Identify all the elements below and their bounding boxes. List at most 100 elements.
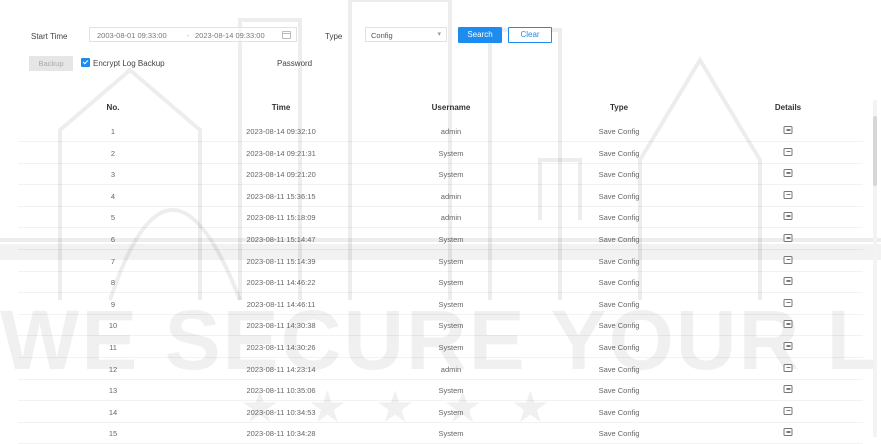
cell-no: 3 bbox=[110, 170, 116, 180]
cell-username: admin bbox=[440, 191, 462, 201]
cell-no: 9 bbox=[110, 299, 116, 309]
details-icon[interactable] bbox=[783, 406, 793, 415]
cell-no: 7 bbox=[110, 256, 116, 266]
cell-username: System bbox=[438, 407, 464, 417]
scrollbar-thumb[interactable] bbox=[873, 116, 877, 186]
details-icon[interactable] bbox=[783, 190, 793, 199]
type-select[interactable]: Config ▾ bbox=[365, 27, 447, 42]
details-icon[interactable] bbox=[783, 277, 793, 286]
table-row[interactable]: 2 2023-08-14 09:21:31 System Save Config bbox=[0, 143, 881, 164]
cell-type: Save Config bbox=[598, 407, 640, 417]
details-icon[interactable] bbox=[783, 363, 793, 372]
details-icon[interactable] bbox=[783, 428, 793, 437]
search-button[interactable]: Search bbox=[458, 27, 502, 43]
cell-no: 13 bbox=[108, 386, 118, 396]
details-icon[interactable] bbox=[783, 385, 793, 394]
cell-username: System bbox=[438, 256, 464, 266]
table-row[interactable]: 15 2023-08-11 10:34:28 System Save Config bbox=[0, 423, 881, 444]
cell-type: Save Config bbox=[598, 343, 640, 352]
column-header-type: Type bbox=[609, 103, 629, 112]
cell-username: System bbox=[438, 429, 464, 439]
column-header-no: No. bbox=[106, 103, 120, 112]
details-icon[interactable] bbox=[783, 147, 793, 156]
table-row[interactable]: 4 2023-08-11 15:36:15 admin Save Config bbox=[0, 186, 881, 207]
cell-type: Save Config bbox=[598, 213, 640, 223]
cell-type: Save Config bbox=[598, 386, 640, 396]
backup-button[interactable]: Backup bbox=[29, 56, 73, 71]
scrollbar[interactable] bbox=[873, 100, 877, 437]
cell-time: 2023-08-14 09:21:20 bbox=[246, 170, 316, 180]
encrypt-checkbox-icon[interactable] bbox=[81, 58, 90, 67]
cell-type: Save Config bbox=[598, 278, 640, 288]
cell-no: 12 bbox=[108, 364, 118, 374]
end-date-value[interactable]: 2023-08-14 09:33:00 bbox=[195, 31, 265, 40]
cell-time: 2023-08-11 14:46:11 bbox=[246, 299, 316, 309]
details-icon[interactable] bbox=[783, 255, 793, 264]
table-row[interactable]: 9 2023-08-11 14:46:11 System Save Config bbox=[0, 294, 881, 315]
table-row[interactable]: 12 2023-08-11 14:23:14 admin Save Config bbox=[0, 359, 881, 380]
table-row[interactable]: 7 2023-08-11 15:14:39 System Save Config bbox=[0, 251, 881, 272]
table-row[interactable]: 13 2023-08-11 10:35:06 System Save Config bbox=[0, 380, 881, 402]
cell-no: 10 bbox=[108, 321, 118, 331]
start-date-value[interactable]: 2003-08-01 09:33:00 bbox=[97, 31, 167, 40]
date-range-picker[interactable]: 2003-08-01 09:33:00 - 2023-08-14 09:33:0… bbox=[89, 27, 297, 42]
cell-time: 2023-08-11 14:23:14 bbox=[246, 364, 316, 374]
table-row[interactable]: 8 2023-08-11 14:46:22 System Save Config bbox=[0, 272, 881, 294]
cell-username: admin bbox=[440, 364, 462, 374]
start-time-label: Start Time bbox=[31, 32, 68, 41]
encrypt-log-backup-label[interactable]: Encrypt Log Backup bbox=[93, 59, 165, 68]
column-header-time: Time bbox=[271, 103, 291, 112]
cell-time: 2023-08-11 10:34:28 bbox=[246, 429, 316, 439]
cell-username: System bbox=[438, 386, 464, 396]
cell-no: 5 bbox=[110, 213, 116, 223]
cell-username: System bbox=[438, 299, 464, 309]
table-row[interactable]: 1 2023-08-14 09:32:10 admin Save Config bbox=[0, 121, 881, 142]
cell-type: Save Config bbox=[598, 127, 640, 136]
cell-no: 8 bbox=[110, 278, 116, 288]
details-icon[interactable] bbox=[783, 126, 793, 134]
table-row[interactable]: 6 2023-08-11 15:14:47 System Save Config bbox=[0, 229, 881, 250]
cell-username: System bbox=[438, 278, 464, 288]
column-header-username: Username bbox=[431, 103, 471, 112]
cell-type: Save Config bbox=[598, 191, 640, 201]
cell-username: admin bbox=[440, 213, 462, 223]
log-search-panel: Start Time 2003-08-01 09:33:00 - 2023-08… bbox=[0, 0, 881, 444]
table-row[interactable]: 10 2023-08-11 14:30:38 System Save Config bbox=[0, 315, 881, 337]
table-row[interactable]: 5 2023-08-11 15:18:09 admin Save Config bbox=[0, 207, 881, 229]
calendar-icon[interactable] bbox=[282, 31, 291, 39]
cell-time: 2023-08-11 14:30:38 bbox=[246, 321, 316, 331]
cell-type: Save Config bbox=[598, 256, 640, 266]
cell-time: 2023-08-11 14:46:22 bbox=[246, 278, 316, 288]
cell-no: 15 bbox=[108, 429, 118, 439]
details-icon[interactable] bbox=[783, 212, 793, 221]
cell-time: 2023-08-14 09:32:10 bbox=[246, 127, 316, 136]
table-row[interactable]: 14 2023-08-11 10:34:53 System Save Config bbox=[0, 402, 881, 423]
table-row[interactable]: 11 2023-08-11 14:30:26 System Save Config bbox=[0, 337, 881, 358]
cell-username: System bbox=[438, 321, 464, 331]
cell-time: 2023-08-11 15:18:09 bbox=[246, 213, 316, 223]
details-icon[interactable] bbox=[783, 298, 793, 307]
details-icon[interactable] bbox=[783, 169, 793, 178]
details-icon[interactable] bbox=[783, 234, 793, 242]
cell-no: 6 bbox=[110, 235, 116, 244]
cell-no: 2 bbox=[110, 148, 116, 158]
table-row[interactable]: 3 2023-08-14 09:21:20 System Save Config bbox=[0, 164, 881, 186]
password-label: Password bbox=[277, 59, 313, 68]
details-icon[interactable] bbox=[783, 342, 793, 350]
cell-type: Save Config bbox=[598, 170, 640, 180]
clear-button[interactable]: Clear bbox=[508, 27, 552, 43]
cell-time: 2023-08-11 15:14:39 bbox=[246, 256, 316, 266]
details-icon[interactable] bbox=[783, 320, 793, 329]
cell-no: 14 bbox=[108, 407, 118, 417]
date-separator: - bbox=[187, 31, 190, 40]
cell-no: 1 bbox=[110, 127, 116, 136]
type-select-value: Config bbox=[371, 31, 393, 40]
cell-time: 2023-08-11 14:30:26 bbox=[246, 343, 316, 352]
cell-time: 2023-08-11 10:34:53 bbox=[246, 407, 316, 417]
cell-type: Save Config bbox=[598, 364, 640, 374]
cell-type: Save Config bbox=[598, 235, 640, 244]
chevron-down-icon: ▾ bbox=[437, 31, 441, 38]
table-header: No. Time Username Type Details bbox=[0, 103, 881, 117]
cell-type: Save Config bbox=[598, 299, 640, 309]
type-label: Type bbox=[325, 32, 343, 41]
